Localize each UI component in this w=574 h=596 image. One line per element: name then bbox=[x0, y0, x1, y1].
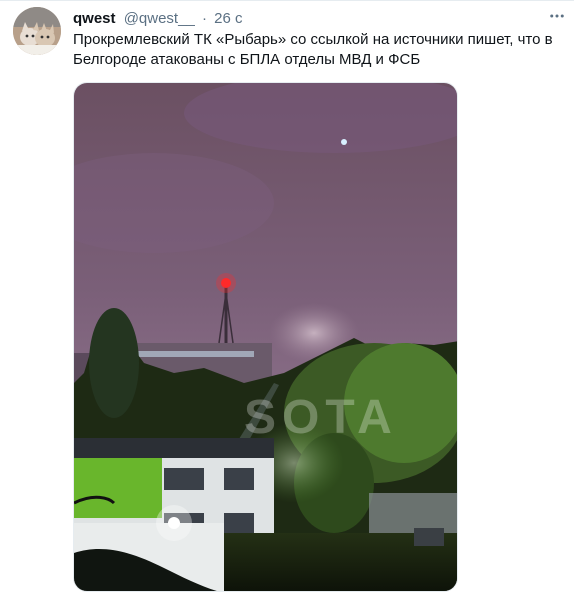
night-city-photo bbox=[74, 83, 457, 591]
tweet-time[interactable]: 26 с bbox=[214, 10, 242, 27]
avatar-image bbox=[13, 7, 61, 55]
more-icon[interactable] bbox=[546, 5, 568, 27]
separator: · bbox=[201, 10, 207, 27]
tweet-photo[interactable]: SOTA bbox=[73, 82, 458, 592]
avatar[interactable] bbox=[13, 7, 61, 55]
tweet-header: qwest @qwest__ · 26 с bbox=[73, 9, 243, 28]
author-handle[interactable]: @qwest__ bbox=[124, 10, 195, 27]
author-name[interactable]: qwest bbox=[73, 10, 116, 27]
tweet-card[interactable]: qwest @qwest__ · 26 с Прокремлевский ТК … bbox=[0, 0, 574, 596]
tweet-text: Прокремлевский ТК «Рыбарь» со ссылкой на… bbox=[73, 31, 553, 68]
